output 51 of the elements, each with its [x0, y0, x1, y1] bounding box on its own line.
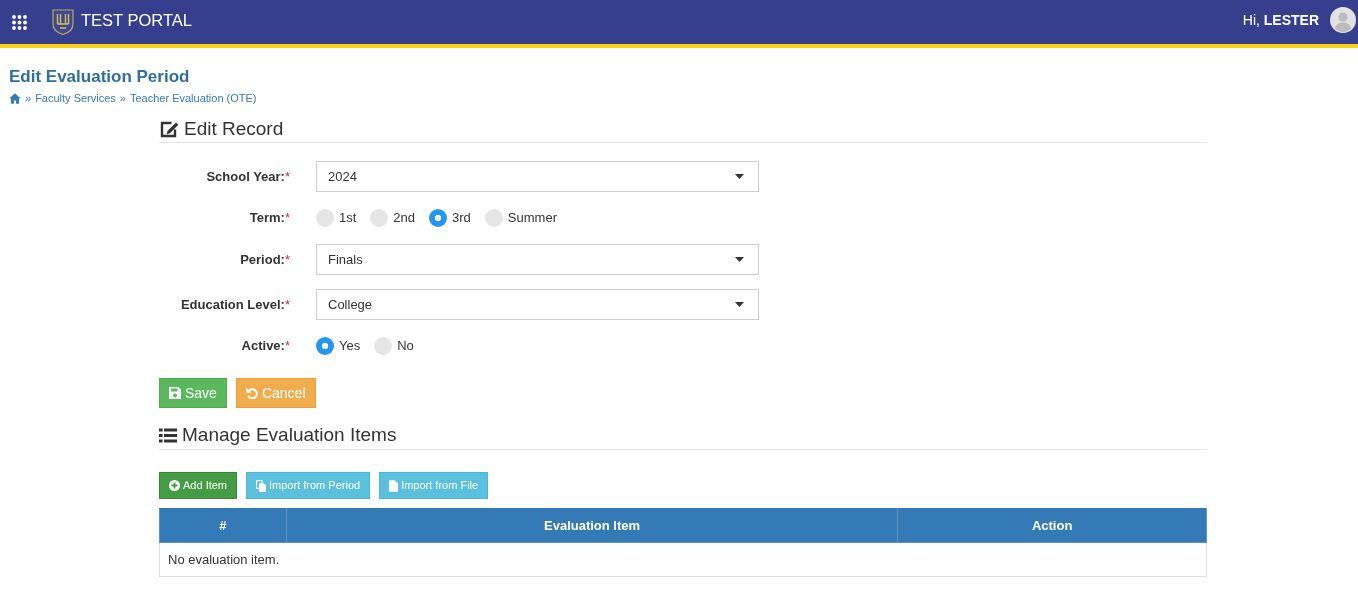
page-title: Edit Evaluation Period: [9, 67, 191, 87]
empty-table-message: No evaluation item.: [159, 542, 1207, 577]
radio-label[interactable]: 3rd: [452, 208, 471, 228]
copy-icon: [256, 479, 267, 492]
select-field[interactable]: Finals: [316, 244, 759, 275]
edit-icon: [159, 120, 179, 138]
column-header: #: [159, 508, 287, 543]
shield-logo-icon: [52, 9, 74, 35]
required-asterisk: *: [284, 338, 290, 354]
caret-icon: [735, 174, 744, 179]
field-label: Education Level:: [180, 296, 285, 312]
radio-label[interactable]: No: [397, 336, 414, 356]
user-greeting: Hi, LESTER: [1242, 10, 1319, 30]
breadcrumb-link[interactable]: Teacher Evaluation (OTE): [129, 90, 257, 106]
radio-button[interactable]: [429, 209, 448, 227]
section-heading: Manage Evaluation Items: [182, 423, 397, 447]
home-icon[interactable]: [9, 92, 21, 104]
radio-button[interactable]: [316, 209, 334, 227]
caret-icon: [735, 257, 744, 262]
required-asterisk: *: [284, 168, 290, 184]
caret-icon: [735, 302, 744, 307]
plus-circle-icon: [169, 480, 180, 491]
field-label: School Year:: [206, 168, 285, 184]
required-asterisk: *: [284, 210, 290, 226]
radio-label[interactable]: 1st: [339, 208, 357, 228]
avatar-icon[interactable]: [1330, 7, 1356, 33]
radio-button[interactable]: [374, 337, 393, 355]
column-header: Action: [897, 508, 1207, 543]
radio-button[interactable]: [316, 337, 334, 355]
apps-grid-icon[interactable]: [12, 14, 27, 30]
file-icon: [389, 479, 399, 492]
section-heading: Edit Record: [184, 117, 284, 141]
field-label: Term:: [249, 210, 285, 226]
radio-button[interactable]: [484, 209, 503, 227]
select-field[interactable]: 2024: [316, 161, 759, 192]
field-label: Period:: [240, 251, 285, 267]
breadcrumb-separator: »: [25, 91, 32, 106]
undo-icon: [245, 387, 258, 399]
portal-title: TEST PORTAL: [81, 10, 192, 30]
select-field[interactable]: College: [316, 289, 759, 320]
required-asterisk: *: [284, 251, 290, 267]
radio-label[interactable]: 2nd: [393, 208, 416, 228]
column-header: Evaluation Item: [286, 508, 898, 543]
list-icon: [159, 427, 177, 443]
radio-label[interactable]: Summer: [507, 208, 557, 228]
field-label: Active:: [241, 338, 285, 354]
breadcrumb-separator: »: [119, 91, 126, 106]
breadcrumb-link[interactable]: Faculty Services: [35, 90, 116, 106]
required-asterisk: *: [284, 296, 290, 312]
radio-button[interactable]: [370, 209, 389, 227]
radio-label[interactable]: Yes: [339, 336, 361, 356]
